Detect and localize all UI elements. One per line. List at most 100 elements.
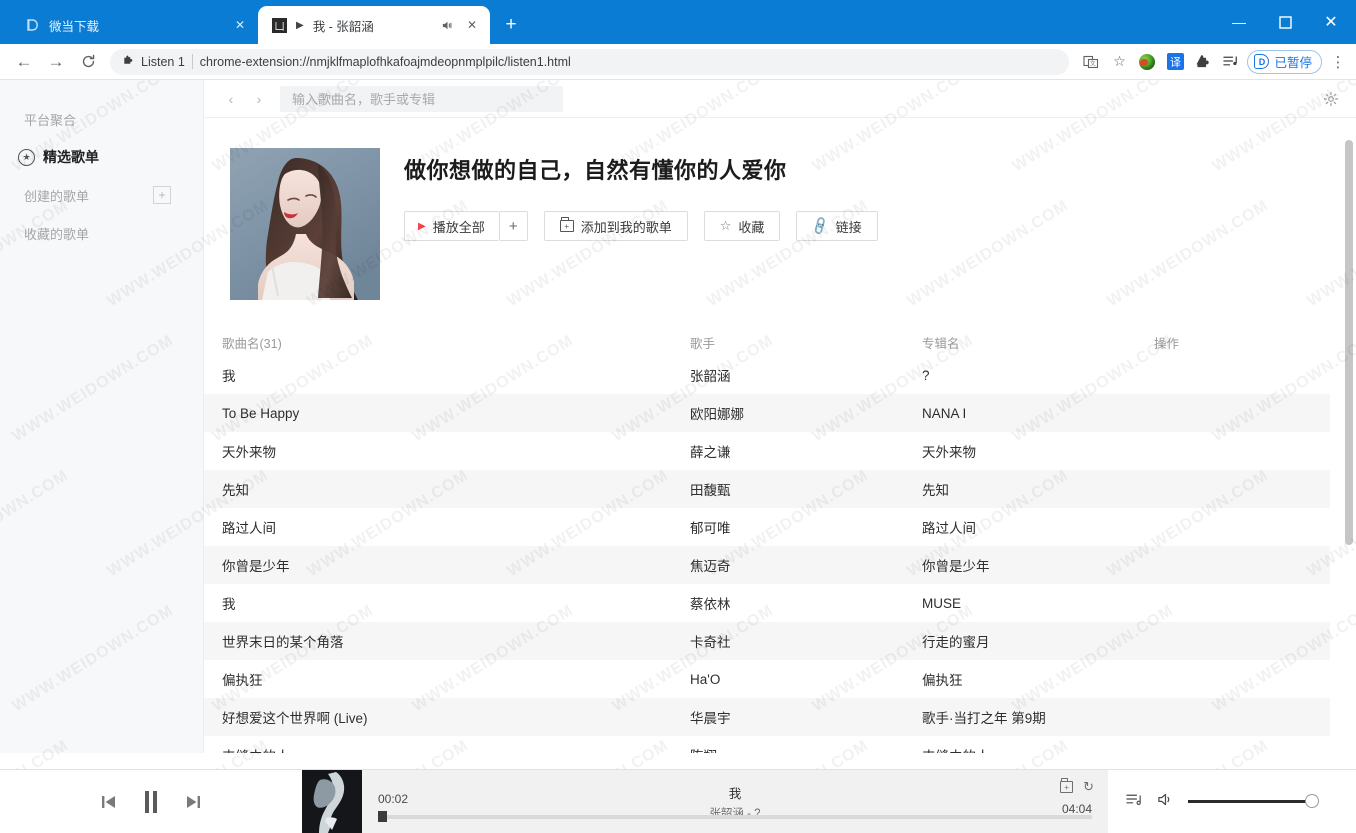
scrollbar[interactable] (1342, 118, 1356, 753)
browser-tab-active[interactable]: 凵 ▶ 我 - 张韶涵 ✕ (258, 6, 490, 44)
add-to-my-playlist-button[interactable]: + 添加到我的歌单 (543, 211, 688, 241)
add-all-button[interactable]: + (498, 211, 528, 241)
song-name: 你曾是少年 (222, 559, 290, 574)
volume-icon[interactable] (1157, 792, 1174, 811)
song-table: 歌曲名(31) 歌手 专辑名 操作 我 张韶涵? To Be Happy 欧阳娜娜 NA… (204, 328, 1356, 753)
volume-slider[interactable] (1188, 794, 1319, 808)
total-time: 04:04 (1061, 802, 1092, 816)
table-row[interactable]: 我 张韶涵? (204, 356, 1330, 394)
song-artist: 华晨宇 (690, 711, 731, 726)
table-row[interactable]: 天外来物 薛之谦 天外来物 (204, 432, 1330, 470)
song-name: 世界末日的某个角落 (222, 635, 344, 650)
table-header: 歌曲名(31) 歌手 专辑名 操作 (204, 328, 1330, 356)
favorite-button[interactable]: ☆ 收藏 (703, 211, 781, 241)
browser-tab-inactive[interactable]: 微当下载 ✕ (10, 6, 258, 44)
translate-page-icon[interactable]: 文 (1077, 48, 1105, 76)
tab-close-icon[interactable]: ✕ (232, 17, 248, 33)
table-row[interactable]: 路过人间 郁可唯 路过人间 (204, 508, 1330, 546)
reload-icon[interactable] (72, 47, 104, 77)
column-header-ops: 操作 (1154, 336, 1180, 351)
repeat-icon[interactable]: ↻ (1083, 779, 1094, 795)
table-row[interactable]: 先知 田馥甄 先知 (204, 470, 1330, 508)
window-maximize-button[interactable] (1262, 0, 1308, 44)
progress-bar[interactable] (378, 811, 1092, 822)
scrollbar-thumb[interactable] (1345, 140, 1353, 545)
now-playing-cover (302, 770, 362, 833)
song-album: NANA I (922, 405, 967, 421)
song-name: 我 (222, 597, 236, 612)
search-input[interactable]: 输入歌曲名，歌手或专辑 (280, 85, 563, 112)
extension-status-badge[interactable]: D 已暂停 (1247, 49, 1322, 74)
song-album: 歌手·当打之年 第9期 (922, 711, 1046, 726)
song-name: 偏执狂 (222, 673, 263, 688)
window-minimize-button[interactable]: — (1216, 0, 1262, 44)
translate-extension-icon[interactable]: 译 (1161, 48, 1189, 76)
back-icon[interactable]: ← (8, 47, 40, 77)
song-name: 夹缝中的人 (222, 745, 690, 753)
player-right-controls (1108, 770, 1356, 833)
skip-next-icon[interactable] (183, 792, 203, 812)
star-circle-icon: ★ (18, 148, 35, 166)
add-playlist-button[interactable]: + (153, 186, 171, 204)
tab-title: 我 - 张韶涵 (312, 19, 374, 34)
tab-close-icon[interactable]: ✕ (464, 17, 480, 33)
pause-icon[interactable] (145, 790, 157, 813)
play-triangle-icon: ▶ (296, 19, 304, 31)
player-bar: 00:02 我 张韶涵 - ? + ↻ 04:04 (0, 769, 1356, 833)
star-icon: ☆ (719, 218, 732, 233)
table-body: 我 张韶涵? To Be Happy 欧阳娜娜 NANA I 天外来物 薛之谦 天外来物 先知 田… (204, 356, 1330, 753)
url-text: chrome-extension://nmjklfmaplofhkafoajmd… (199, 54, 571, 69)
address-bar[interactable]: Listen 1 chrome-extension://nmjklfmaplof… (110, 48, 1070, 75)
media-playlist-icon[interactable] (1217, 48, 1245, 76)
sidebar-section-label: 收藏的歌单 (24, 226, 90, 242)
gear-icon[interactable] (1320, 88, 1342, 110)
song-name: 先知 (222, 483, 249, 498)
music-square-icon: 凵 (272, 17, 287, 33)
page-back-icon[interactable]: ‹ (218, 86, 244, 112)
playlist-icon[interactable] (1126, 792, 1143, 811)
d-logo-icon (24, 17, 40, 33)
speaker-muted-icon[interactable] (439, 17, 455, 33)
current-time: 00:02 (378, 792, 409, 806)
song-artist: 卡奇社 (690, 635, 731, 650)
download-globe-icon[interactable] (1133, 48, 1161, 76)
playlist-actions: ▶ 播放全部 + + 添加到我的歌单 ☆ 收藏 🔗 链接 (404, 211, 878, 241)
table-row[interactable]: 我 蔡依林 MUSE (204, 584, 1330, 622)
playlist-header: 做你想做的自己，自然有懂你的人爱你 ▶ 播放全部 + + 添加到我的歌单 ☆ 收… (204, 118, 1356, 300)
song-name: To Be Happy (222, 405, 300, 421)
table-row[interactable]: 夹缝中的人陈翔夹缝中的人 (204, 736, 1330, 753)
favorite-label: 收藏 (738, 219, 765, 235)
song-name: 路过人间 (222, 521, 276, 536)
page-forward-icon[interactable]: › (246, 86, 272, 112)
song-artist: 薛之谦 (690, 445, 731, 460)
sidebar-item-label: 精选歌单 (43, 149, 99, 165)
sidebar: 平台聚合 ★ 精选歌单 创建的歌单 + 收藏的歌单 (0, 80, 204, 753)
bookmark-star-icon[interactable]: ☆ (1105, 48, 1133, 76)
link-button[interactable]: 🔗 链接 (796, 211, 878, 241)
new-tab-button[interactable]: + (498, 12, 524, 38)
volume-handle[interactable] (1305, 794, 1319, 808)
song-album: 行走的蜜月 (922, 635, 990, 650)
forward-icon[interactable]: → (40, 47, 72, 77)
listen1-logo-icon: D (1254, 54, 1270, 69)
folder-plus-icon: + (559, 217, 574, 232)
table-row[interactable]: 好想爱这个世界啊 (Live) 华晨宇 歌手·当打之年 第9期 (204, 698, 1330, 736)
column-header-name: 歌曲名(31) (222, 336, 282, 351)
table-row[interactable]: 偏执狂 Ha'O 偏执狂 (204, 660, 1330, 698)
extensions-puzzle-icon[interactable] (1189, 48, 1217, 76)
page-content: 平台聚合 ★ 精选歌单 创建的歌单 + 收藏的歌单 ‹ › 输入歌曲名，歌手或专… (0, 80, 1356, 833)
column-header-artist: 歌手 (690, 336, 716, 351)
table-row[interactable]: 你曾是少年 焦迈奇 你曾是少年 (204, 546, 1330, 584)
table-row[interactable]: 世界末日的某个角落 卡奇社 行走的蜜月 (204, 622, 1330, 660)
song-artist: 蔡依林 (690, 597, 731, 612)
add-to-playlist-icon[interactable]: + (1060, 778, 1074, 793)
player-controls (0, 770, 302, 833)
browser-menu-icon[interactable]: ⋮ (1324, 48, 1352, 76)
play-all-button[interactable]: ▶ 播放全部 (404, 211, 499, 241)
window-close-button[interactable]: ✕ (1308, 0, 1354, 44)
sidebar-item-featured-playlists[interactable]: ★ 精选歌单 (0, 138, 203, 176)
table-row[interactable]: To Be Happy 欧阳娜娜 NANA I (204, 394, 1330, 432)
song-album: 先知 (922, 483, 949, 498)
progress-handle[interactable] (378, 811, 387, 822)
skip-previous-icon[interactable] (99, 792, 119, 812)
